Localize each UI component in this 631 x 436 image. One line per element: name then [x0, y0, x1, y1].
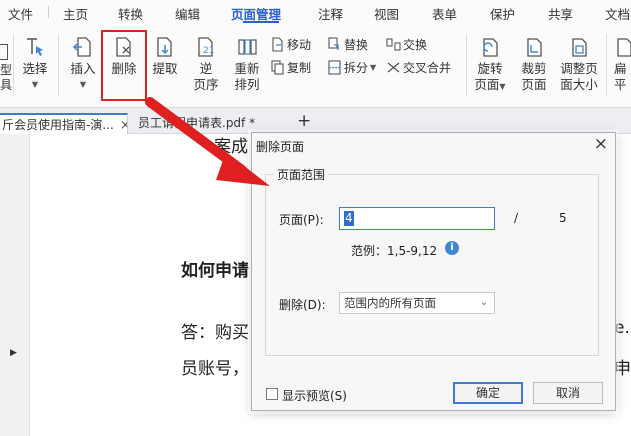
expand-panel-icon[interactable]: ▶	[10, 348, 17, 358]
page-range-label: 页面范围	[274, 166, 329, 183]
rotate-page-button[interactable]: 旋转 页面▼	[472, 36, 508, 95]
menu-form[interactable]: 表单	[432, 4, 457, 23]
replace-page-icon	[328, 37, 339, 50]
document-question: 如何申请	[181, 261, 249, 281]
chevron-down-icon: ▼	[31, 80, 39, 89]
delete-mode-select[interactable]: 范围内的所有页面 ⌄	[339, 292, 495, 314]
menu-home[interactable]: 主页	[63, 4, 88, 23]
document-tab-bar: 斤会员使用指南-演...× 员工请假申请表.pdf * +	[0, 108, 631, 134]
insert-button[interactable]: 插入 ▼	[66, 36, 100, 93]
delete-pages-dialog: 删除页面 × 页面范围	[251, 132, 616, 411]
select-button[interactable]: 选择 ▼	[18, 36, 52, 93]
resize-page-icon	[572, 38, 587, 57]
flatten-icon	[617, 38, 631, 57]
menu-edit[interactable]: 编辑	[175, 4, 200, 23]
delete-mode-label: 删除(D):	[279, 298, 326, 312]
range-example: 范例：1,5-9,12	[351, 244, 438, 258]
menu-file[interactable]: 文件	[8, 4, 33, 23]
ribbon-separator	[58, 34, 59, 96]
page-range-group	[265, 174, 599, 356]
page-icon	[0, 44, 8, 60]
document-right-fragment: e.	[614, 318, 630, 338]
menu-document[interactable]: 文档	[605, 4, 630, 23]
rearrange-icon	[238, 39, 257, 55]
menu-bar: 文件 主页 转换 编辑 页面管理 注释 视图 表单 保护 共享 文档	[0, 0, 631, 24]
page-field-label: 页面(P):	[279, 213, 324, 227]
ribbon-separator	[606, 34, 607, 96]
chevron-down-icon: ▼	[370, 63, 377, 72]
close-icon[interactable]: ×	[594, 134, 608, 154]
split-page-icon	[328, 60, 341, 75]
page-separator: /	[514, 211, 519, 225]
rearrange-button[interactable]: 重新 排列	[230, 36, 264, 93]
ribbon-separator	[13, 34, 14, 96]
total-pages: 5	[559, 211, 567, 225]
crop-page-button[interactable]: 裁剪 页面	[517, 36, 551, 93]
extract-button[interactable]: 提取	[148, 36, 182, 77]
document-answer-line1: 答：购买	[181, 323, 249, 343]
menu-convert[interactable]: 转换	[118, 4, 143, 23]
cross-merge-button[interactable]: 交叉合并	[386, 59, 451, 76]
new-tab-button[interactable]: +	[297, 111, 311, 131]
document-tab-active[interactable]: 员工请假申请表.pdf *	[134, 113, 284, 134]
document-answer-line2: 员账号，	[181, 359, 249, 379]
close-tab-icon[interactable]: ×	[120, 118, 127, 133]
move-page-icon	[272, 37, 283, 52]
split-button[interactable]: 拆分 ▼	[327, 59, 376, 76]
menu-protect[interactable]: 保护	[490, 4, 515, 23]
move-button[interactable]: 移动	[270, 36, 311, 53]
copy-button[interactable]: 复制	[270, 59, 311, 76]
reverse-order-icon: 21	[198, 37, 214, 57]
page-range-value: 4	[344, 211, 354, 226]
ribbon-separator	[466, 34, 467, 96]
document-right-fragment: 申请	[614, 359, 631, 379]
svg-text:21: 21	[203, 46, 214, 56]
dialog-title: 删除页面	[256, 140, 305, 154]
crop-page-icon	[527, 38, 542, 57]
menu-share[interactable]: 共享	[548, 4, 573, 23]
swap-button[interactable]: 交换	[386, 36, 427, 53]
show-preview-label: 显示预览(S)	[282, 389, 347, 403]
ribbon-cut-left[interactable]: 型 具	[0, 44, 12, 93]
menu-annotate[interactable]: 注释	[318, 4, 343, 23]
menu-view[interactable]: 视图	[374, 4, 399, 23]
active-tab-underline	[243, 21, 279, 23]
show-preview-checkbox[interactable]	[266, 388, 278, 400]
document-heading-fragment: 案成	[214, 137, 248, 157]
resize-page-button[interactable]: 调整页 面大小	[556, 36, 602, 93]
swap-page-icon	[386, 38, 401, 51]
left-side-panel: ▶	[0, 134, 30, 436]
reverse-order-button[interactable]: 21 逆 页序	[189, 36, 223, 93]
replace-button[interactable]: 替换	[327, 36, 368, 53]
flatten-button[interactable]: 扁 平	[614, 36, 631, 93]
chevron-down-icon: ▼	[79, 80, 87, 89]
copy-page-icon	[271, 60, 284, 75]
ribbon-toolbar: 型 具 选择 ▼ 插入 ▼ 删除 提取 21 逆 页序 重新 排列 移动 复制 …	[0, 24, 631, 108]
page-range-input[interactable]: 4	[339, 207, 495, 230]
rotate-page-icon	[483, 38, 498, 57]
info-icon[interactable]: i	[445, 241, 459, 255]
cancel-button[interactable]: 取消	[533, 382, 603, 404]
insert-page-icon	[72, 37, 91, 57]
menu-separator	[48, 6, 49, 18]
extract-page-icon	[157, 37, 172, 57]
ok-button[interactable]: 确定	[453, 382, 523, 404]
cross-merge-icon	[387, 62, 400, 73]
select-cursor-icon	[27, 38, 43, 56]
document-tab[interactable]: 斤会员使用指南-演...×	[0, 113, 128, 134]
chevron-down-icon: ▼	[499, 82, 506, 91]
chevron-down-icon: ⌄	[479, 297, 488, 308]
delete-button-highlight	[101, 30, 147, 101]
